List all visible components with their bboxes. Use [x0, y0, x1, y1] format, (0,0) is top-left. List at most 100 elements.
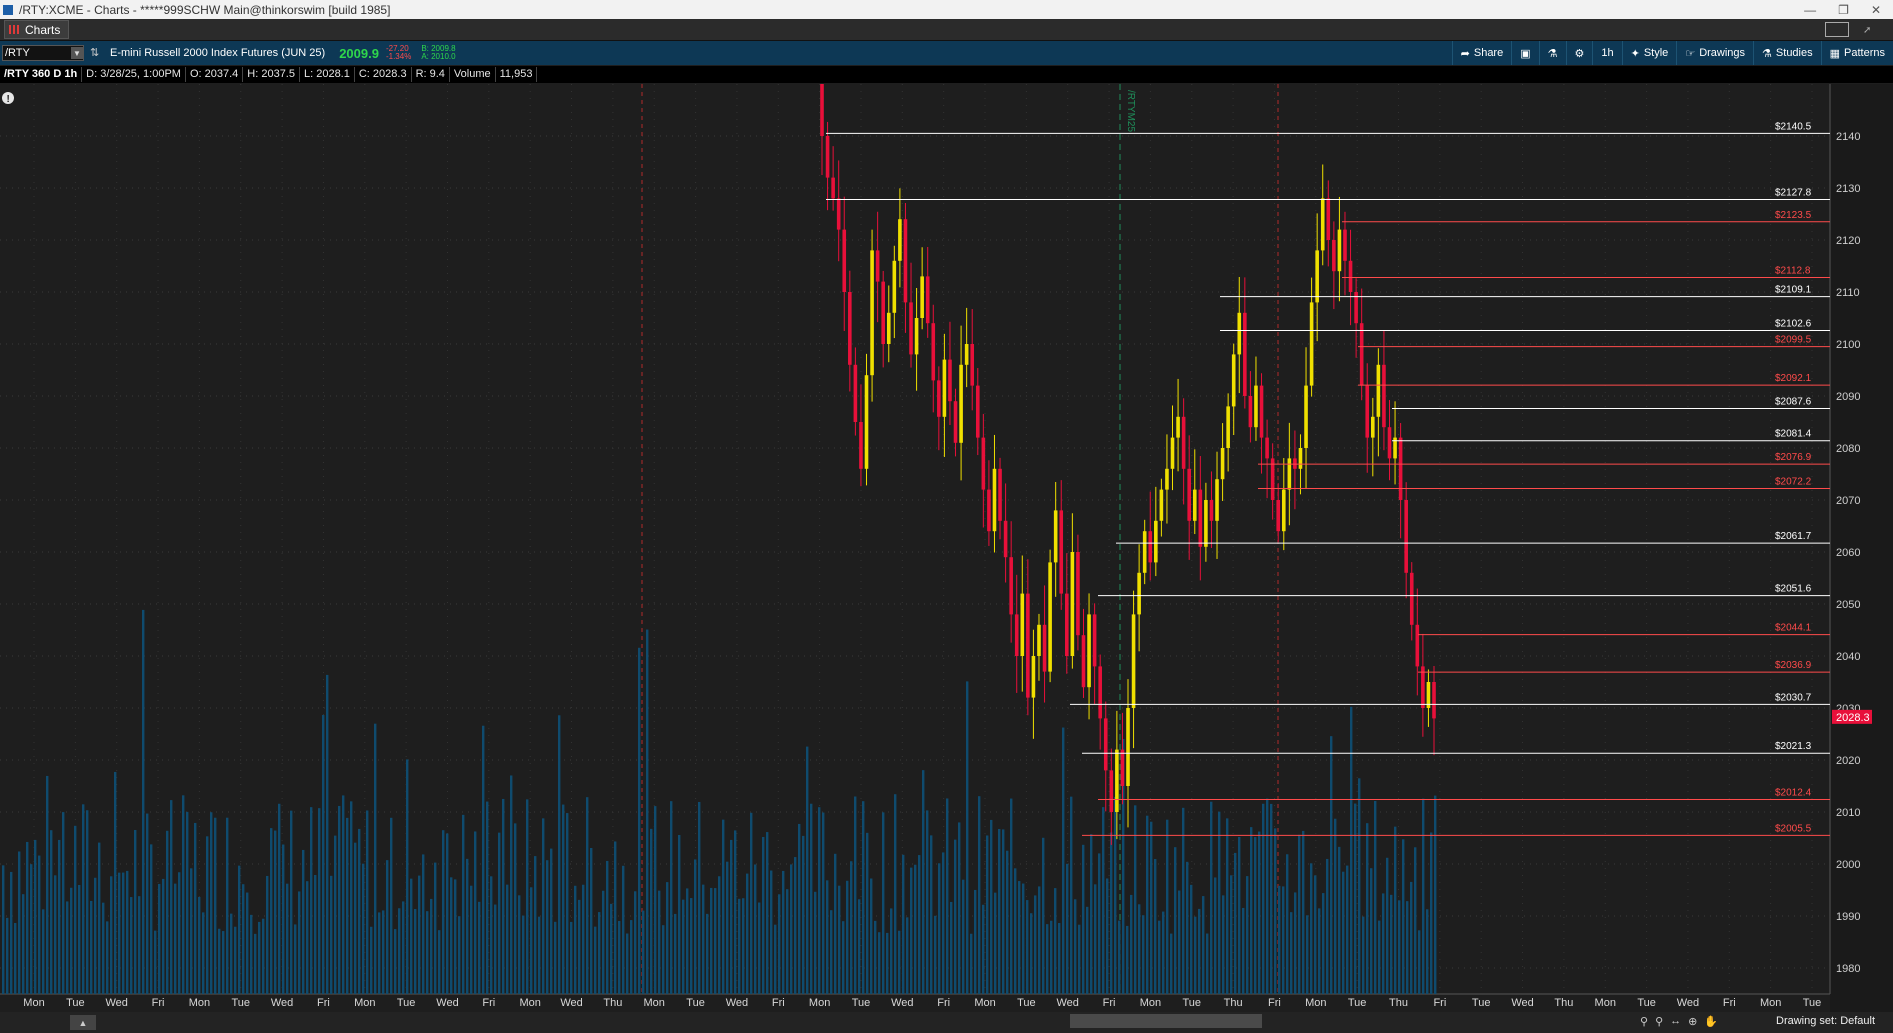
- candle-body: [853, 364, 858, 422]
- volume-bar: [1142, 915, 1145, 994]
- volume-bar: [866, 832, 869, 994]
- volume-bar: [1326, 858, 1329, 994]
- volume-bar: [194, 822, 197, 994]
- volume-bar: [158, 883, 161, 994]
- volume-bar: [90, 900, 93, 994]
- volume-bar: [530, 887, 533, 994]
- crosshair-icon[interactable]: ⊕: [1688, 1015, 1697, 1028]
- bar-date: D: 3/28/25, 1:00PM: [82, 67, 186, 82]
- volume-bar: [826, 880, 829, 994]
- y-tick-label: 2140: [1836, 131, 1860, 143]
- x-tick-label: Mon: [644, 997, 665, 1009]
- level-label: $2127.8: [1775, 187, 1812, 198]
- volume-bar: [86, 810, 89, 994]
- volume-bar: [118, 872, 121, 994]
- volume-bar: [270, 828, 273, 994]
- volume-bar: [994, 892, 997, 994]
- volume-bar: [1366, 823, 1369, 994]
- y-tick-label: 2080: [1836, 443, 1860, 455]
- lab-button[interactable]: ⚗: [1538, 41, 1566, 65]
- volume-bar: [1218, 811, 1221, 994]
- drawings-button[interactable]: ☞ Drawings: [1676, 41, 1753, 65]
- hand-icon[interactable]: ✋: [1704, 1015, 1718, 1028]
- volume-bar: [1354, 803, 1357, 994]
- candle-body: [925, 276, 930, 324]
- volume-bar: [254, 933, 257, 994]
- symbol-selector[interactable]: /RTY ▼: [2, 45, 84, 61]
- volume-bar: [1082, 844, 1085, 994]
- chart-label: /RTY 360 D 1h: [0, 67, 83, 82]
- candle-body: [1204, 500, 1208, 547]
- volume-bar: [630, 920, 633, 994]
- level-label: $2112.8: [1775, 265, 1811, 276]
- volume-bar: [958, 822, 961, 994]
- minimize-icon[interactable]: —: [1804, 3, 1816, 17]
- candle-body: [1181, 416, 1186, 469]
- x-tick-label: Mon: [519, 997, 540, 1009]
- volume-bar: [1262, 803, 1265, 994]
- volume-bar: [1398, 900, 1401, 994]
- volume-bar: [546, 860, 549, 994]
- horizontal-scrollbar[interactable]: [1070, 1014, 1262, 1028]
- volume-bar: [538, 916, 541, 994]
- pin-icon[interactable]: ➚: [1863, 25, 1873, 36]
- period-button[interactable]: 1h: [1592, 41, 1621, 65]
- volume-bar: [422, 854, 425, 994]
- candle-body: [1115, 749, 1119, 812]
- volume-bar: [1362, 916, 1365, 994]
- zoom-out-icon[interactable]: ⚲: [1640, 1015, 1648, 1028]
- tab-charts[interactable]: Charts: [4, 20, 70, 39]
- volume-bar: [1350, 706, 1353, 994]
- volume-bar: [890, 908, 893, 994]
- volume-bar: [1310, 863, 1313, 994]
- volume-bar: [586, 797, 589, 994]
- volume-bar: [1098, 853, 1101, 994]
- expand-icon[interactable]: ▲: [70, 1015, 96, 1030]
- candle-body: [1065, 593, 1069, 656]
- candle-body: [1365, 385, 1370, 438]
- price-chart[interactable]: 1980199020002010202020302040205020602070…: [0, 84, 1893, 1012]
- window-layout-icon[interactable]: [1825, 22, 1849, 37]
- x-tick-label: Tue: [1182, 997, 1201, 1009]
- change-percent: -1.34%: [385, 52, 412, 61]
- candle-body: [1192, 489, 1197, 521]
- candle-body: [859, 422, 863, 469]
- x-tick-label: Mon: [1595, 997, 1616, 1009]
- snapshot-button[interactable]: ▣: [1511, 41, 1538, 65]
- candle-body: [820, 84, 824, 136]
- volume-bar: [742, 898, 745, 994]
- chart-toolbar: /RTY ▼ ⇅ E-mini Russell 2000 Index Futur…: [0, 41, 1893, 65]
- volume-bar: [486, 801, 489, 994]
- volume-bar: [1402, 839, 1405, 994]
- x-tick-label: Fri: [1268, 997, 1281, 1009]
- volume-bar: [406, 759, 409, 994]
- volume-bar: [718, 876, 721, 994]
- share-button[interactable]: ➦ Share: [1451, 41, 1512, 65]
- volume-bar: [78, 884, 81, 994]
- close-icon[interactable]: ✕: [1871, 3, 1881, 17]
- candle-body: [1243, 312, 1247, 396]
- app-icon: [3, 4, 13, 15]
- studies-button[interactable]: ⚗ Studies: [1753, 41, 1821, 65]
- fit-width-icon[interactable]: ↔: [1670, 1015, 1681, 1028]
- volume-bar: [494, 904, 497, 994]
- candle-body: [1359, 323, 1364, 386]
- symbol-description: E-mini Russell 2000 Index Futures (JUN 2…: [110, 47, 326, 59]
- x-tick-label: Mon: [1305, 997, 1326, 1009]
- window-title: /RTY:XCME - Charts - *****999SCHW Main@t…: [19, 2, 391, 17]
- candle-body: [1304, 385, 1308, 448]
- link-icon[interactable]: ⇅: [90, 46, 99, 60]
- zoom-in-icon[interactable]: ⚲: [1655, 1015, 1663, 1028]
- volume-bar: [1158, 920, 1161, 994]
- volume-bar: [802, 835, 805, 994]
- maximize-icon[interactable]: ❐: [1838, 3, 1849, 17]
- style-button[interactable]: ✦ Style: [1621, 41, 1677, 65]
- volume-bar: [658, 890, 661, 994]
- volume-bar: [342, 795, 345, 994]
- x-tick-label: Tue: [1803, 997, 1822, 1009]
- patterns-button[interactable]: ▦ Patterns: [1820, 41, 1893, 65]
- x-tick-label: Mon: [809, 997, 830, 1009]
- candle-body: [1215, 479, 1219, 521]
- settings-button[interactable]: ⚙: [1565, 41, 1593, 65]
- chevron-down-icon[interactable]: ▼: [71, 47, 83, 59]
